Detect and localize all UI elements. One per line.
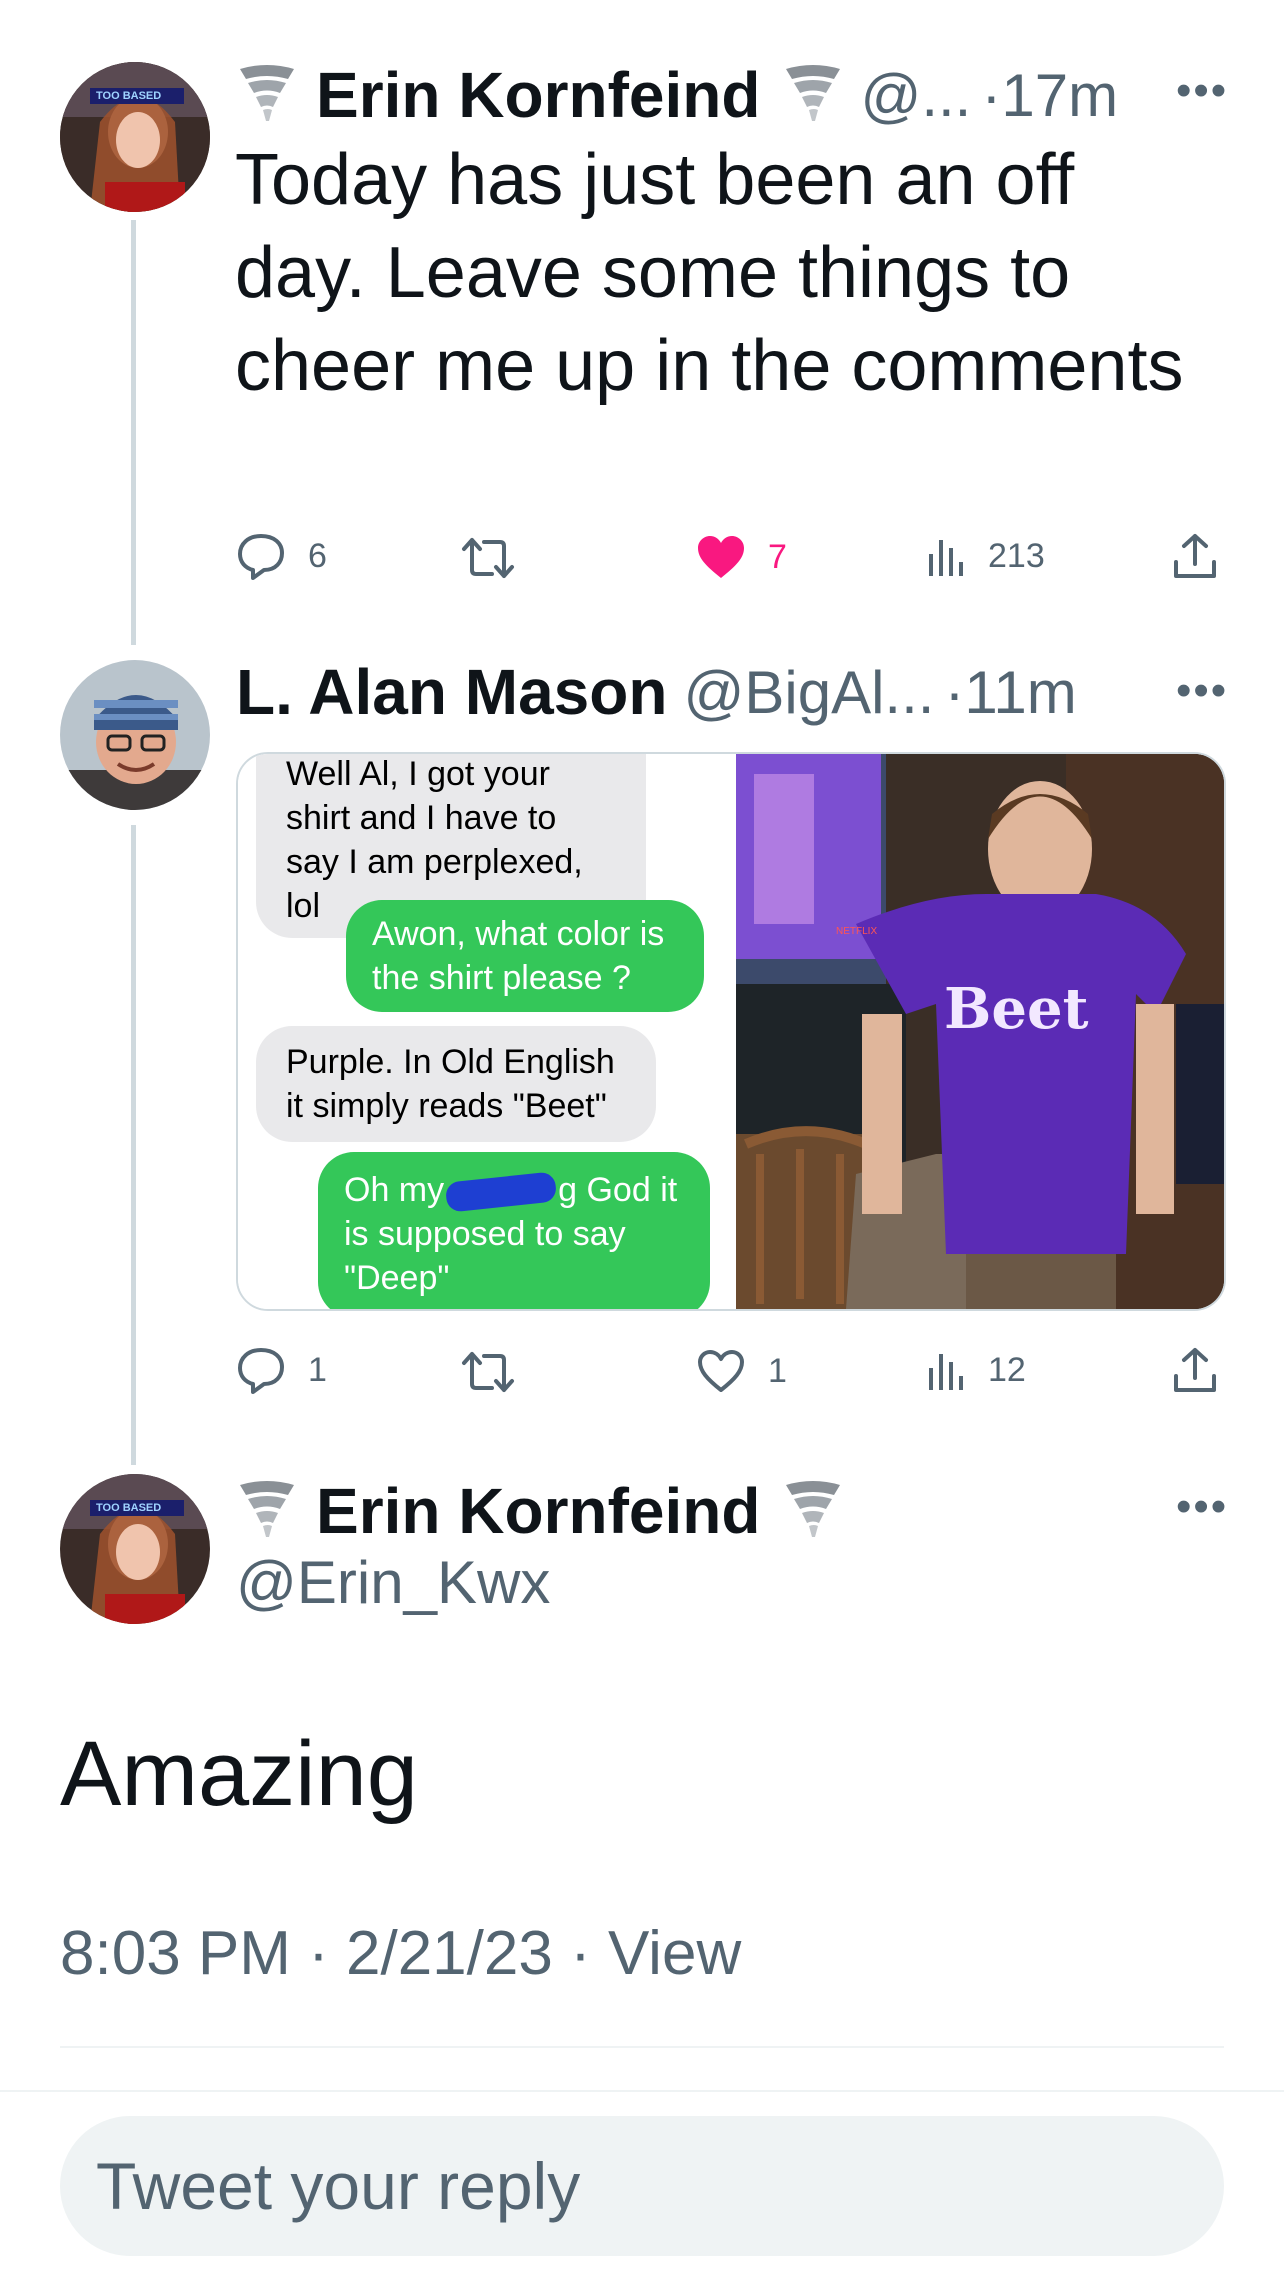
author-name[interactable]: Erin Kornfeind [316,58,760,132]
text-message-screenshot[interactable]: Well Al, I got your shirt and I have to … [238,754,736,1309]
thread-line-2 [131,825,136,1465]
share-button[interactable] [1172,1346,1218,1399]
shirt-photo[interactable]: Beet NETFLIX [736,754,1224,1309]
avatar[interactable]: TOO BASED [60,62,210,212]
heart-outline-icon [698,1350,744,1392]
like-button[interactable]: 7 [696,534,787,580]
divider [0,2090,1284,2092]
views-icon [929,1354,963,1390]
tornado-icon [238,63,296,128]
author-handle[interactable]: @... [860,61,971,130]
retweet-icon [462,538,514,578]
tornado-icon [238,1479,296,1544]
thread-line-1 [131,220,136,645]
views-count: 12 [988,1350,1026,1389]
author-name[interactable]: L. Alan Mason [236,655,667,729]
retweet-button[interactable] [460,536,538,580]
message-bubble: Purple. In Old English it simply reads "… [256,1026,656,1142]
message-bubble: Awon, what color is the shirt please ? [346,900,704,1012]
avatar-badge: TOO BASED [96,90,162,102]
like-count: 1 [768,1351,787,1390]
tv-label: NETFLIX [836,926,878,937]
redaction-scribble [444,1171,558,1213]
views-button[interactable]: 12 [926,1348,1026,1392]
avatar-badge: TOO BASED [96,1502,162,1514]
reply-button[interactable]: 6 [236,532,327,580]
avatar-image [60,1474,210,1624]
like-count: 7 [768,537,787,576]
media-container[interactable]: Well Al, I got your shirt and I have to … [236,752,1226,1311]
more-options-icon[interactable]: ••• [1176,1482,1228,1532]
reply-icon [238,534,284,580]
message-bubble: Oh my g God it is supposed to say "Deep" [318,1152,710,1309]
main-tweet-header: Erin Kornfeind [238,1466,1138,1556]
views-button[interactable]: 213 [926,534,1045,578]
avatar-image [60,62,210,212]
more-options-icon[interactable]: ••• [1176,66,1228,116]
tweet1-header: Erin Kornfeind @... ·17m [238,50,1248,140]
author-handle[interactable]: @Erin_Kwx [236,1548,550,1617]
tweet-time[interactable]: ·17m [981,61,1118,130]
more-options-icon[interactable]: ••• [1176,666,1228,716]
shirt-text: Beet [944,976,1089,1042]
tornado-icon [784,1479,842,1544]
share-icon [1174,534,1216,578]
avatar[interactable]: TOO BASED [60,1474,210,1624]
reply-placeholder: Tweet your reply [96,2149,581,2223]
tweet-timestamp[interactable]: 8:03 PM · 2/21/23 · View [60,1918,741,1989]
retweet-button[interactable] [460,1350,538,1394]
main-tweet-text: Amazing [60,1723,418,1825]
reply-count: 1 [308,1350,327,1389]
retweet-icon [462,1352,514,1392]
divider [60,2046,1224,2048]
share-button[interactable] [1172,532,1218,585]
author-handle[interactable]: @BigAl... [683,658,934,727]
views-count: 213 [988,536,1045,575]
tweet-text: Today has just been an off day. Leave so… [235,140,1184,406]
heart-filled-icon [698,536,744,578]
reply-input[interactable]: Tweet your reply [60,2116,1224,2256]
avatar[interactable] [60,660,210,810]
views-icon [929,540,963,576]
tornado-icon [784,63,842,128]
author-name[interactable]: Erin Kornfeind [316,1474,760,1548]
message-text-part: Oh my [344,1171,445,1209]
reply-icon [238,1348,284,1394]
reply-button[interactable]: 1 [236,1346,327,1394]
reply-count: 6 [308,536,327,575]
share-icon [1174,1348,1216,1392]
avatar-image [60,660,210,810]
like-button[interactable]: 1 [696,1348,787,1394]
tweet-time[interactable]: ·11m [944,658,1076,727]
tweet2-header: L. Alan Mason @BigAl... ·11m [236,652,1136,732]
